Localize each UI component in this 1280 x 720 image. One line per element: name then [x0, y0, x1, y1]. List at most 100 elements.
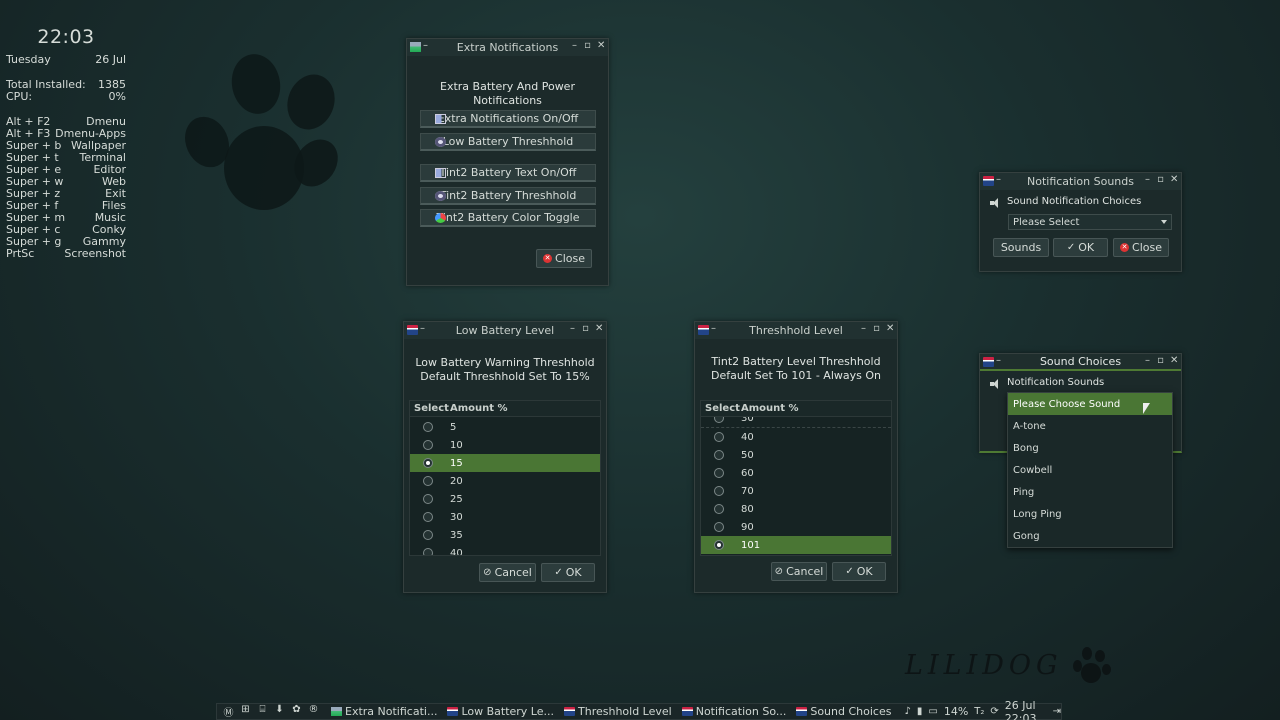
task-threshold-level[interactable]: Threshhold Level: [559, 704, 677, 719]
radio-button[interactable]: [714, 468, 724, 478]
cancel-button[interactable]: ⊘ Cancel: [771, 562, 827, 581]
list-row[interactable]: 80: [701, 500, 891, 518]
list-row[interactable]: 30: [701, 417, 891, 427]
titlebar-active[interactable]: – Sound Choices – ▫ ✕: [980, 354, 1181, 371]
maximize-icon[interactable]: ▫: [873, 323, 880, 334]
radio-button[interactable]: [423, 458, 433, 468]
radio-button[interactable]: [423, 440, 433, 450]
close-button[interactable]: ✕ Close: [536, 249, 592, 268]
list-row[interactable]: 90: [701, 518, 891, 536]
volume-icon[interactable]: ♪: [904, 706, 910, 717]
radio-button[interactable]: [714, 432, 724, 442]
tint2-battery-threshold-button[interactable]: Tint2 Battery Threshhold: [420, 187, 596, 205]
window-menu-icon[interactable]: –: [420, 323, 425, 334]
close-icon[interactable]: ✕: [597, 40, 605, 51]
radio-button[interactable]: [714, 504, 724, 514]
download-icon[interactable]: ⬇: [273, 704, 286, 719]
dropdown-option[interactable]: Bong: [1008, 437, 1172, 459]
window-menu-icon[interactable]: –: [711, 323, 716, 334]
radio-button[interactable]: [423, 548, 433, 555]
maximize-icon[interactable]: ▫: [582, 323, 589, 334]
network-signal-icon[interactable]: ▮: [917, 706, 923, 717]
apps-grid-icon[interactable]: ⊞: [239, 704, 252, 719]
paw-icon[interactable]: ✿: [290, 704, 303, 719]
window-menu-icon[interactable]: –: [996, 355, 1001, 366]
ok-button[interactable]: ✓ OK: [1053, 238, 1108, 257]
sounds-button[interactable]: Sounds: [993, 238, 1049, 257]
maximize-icon[interactable]: ▫: [1157, 174, 1164, 185]
registered-icon[interactable]: ®: [307, 704, 320, 719]
list-row[interactable]: 10: [410, 436, 600, 454]
radio-button[interactable]: [423, 476, 433, 486]
minimize-icon[interactable]: –: [1144, 174, 1151, 185]
refresh-icon[interactable]: ⟳: [990, 706, 998, 717]
titlebar[interactable]: – Low Battery Level – ▫ ✕: [404, 322, 606, 339]
ok-button[interactable]: ✓ OK: [832, 562, 886, 581]
list-row-selected[interactable]: 101: [701, 536, 891, 554]
dropdown-option[interactable]: Gong: [1008, 525, 1172, 547]
window-menu-icon[interactable]: –: [423, 40, 428, 51]
list-row-selected[interactable]: 15: [410, 454, 600, 472]
files-icon[interactable]: ⌸: [256, 704, 269, 719]
minimize-icon[interactable]: –: [569, 323, 576, 334]
close-button[interactable]: ✕ Close: [1113, 238, 1169, 257]
battery-icon[interactable]: ▭: [928, 706, 937, 717]
tint2-battery-color-toggle-button[interactable]: Tint2 Battery Color Toggle: [420, 209, 596, 227]
radio-button[interactable]: [423, 512, 433, 522]
maximize-icon[interactable]: ▫: [1157, 355, 1164, 366]
radio-button[interactable]: [714, 417, 724, 423]
close-icon[interactable]: ✕: [1170, 174, 1178, 185]
radio-button[interactable]: [714, 486, 724, 496]
radio-button[interactable]: [714, 450, 724, 460]
titlebar[interactable]: – Extra Notifications – ▫ ✕: [407, 39, 608, 56]
close-icon[interactable]: ✕: [1170, 355, 1178, 366]
extra-notifications-toggle-button[interactable]: Extra Notifications On/Off: [420, 110, 596, 128]
close-icon[interactable]: ✕: [886, 323, 894, 334]
list-row[interactable]: 25: [410, 490, 600, 508]
sound-dropdown-list[interactable]: Please Choose Sound A-tone Bong Cowbell …: [1007, 392, 1173, 548]
titlebar[interactable]: – Notification Sounds – ▫ ✕: [980, 173, 1181, 190]
tint2-battery-text-toggle-button[interactable]: Tint2 Battery Text On/Off: [420, 164, 596, 182]
cancel-button[interactable]: ⊘ Cancel: [479, 563, 536, 582]
logout-icon[interactable]: ⇥: [1053, 706, 1061, 717]
close-icon[interactable]: ✕: [595, 323, 603, 334]
radio-button[interactable]: [423, 494, 433, 504]
list-row[interactable]: 5: [410, 418, 600, 436]
low-battery-threshold-button[interactable]: Low Battery Threshhold: [420, 133, 596, 151]
minimize-icon[interactable]: –: [1144, 355, 1151, 366]
dropdown-option[interactable]: A-tone: [1008, 415, 1172, 437]
clock[interactable]: 26 Jul 22:03: [1005, 699, 1047, 720]
list-row[interactable]: 40: [410, 544, 600, 555]
radio-button[interactable]: [423, 422, 433, 432]
list-row[interactable]: 70: [701, 482, 891, 500]
list-row[interactable]: 35: [410, 526, 600, 544]
maximize-icon[interactable]: ▫: [584, 40, 591, 51]
dropdown-option[interactable]: Cowbell: [1008, 459, 1172, 481]
minimize-icon[interactable]: –: [571, 40, 578, 51]
list-row[interactable]: 30: [410, 508, 600, 526]
sound-select[interactable]: Please Select: [1008, 214, 1172, 230]
dropdown-option[interactable]: Long Ping: [1008, 503, 1172, 525]
minimize-icon[interactable]: –: [860, 323, 867, 334]
titlebar[interactable]: – Threshhold Level – ▫ ✕: [695, 322, 897, 339]
dropdown-option[interactable]: Ping: [1008, 481, 1172, 503]
window-menu-icon[interactable]: –: [996, 174, 1001, 185]
list-row[interactable]: 60: [701, 464, 891, 482]
list-row[interactable]: 20: [410, 472, 600, 490]
ok-button[interactable]: ✓ OK: [541, 563, 595, 582]
list-row[interactable]: 40: [701, 428, 891, 446]
list-row[interactable]: 50: [701, 446, 891, 464]
task-low-battery[interactable]: Low Battery Le...: [442, 704, 559, 719]
mouse-cursor-icon: [1143, 403, 1150, 414]
radio-button[interactable]: [714, 522, 724, 532]
radio-button[interactable]: [423, 530, 433, 540]
menu-icon[interactable]: Ⓜ: [222, 704, 235, 719]
task-sound-choices[interactable]: Sound Choices: [791, 704, 896, 719]
row-value: 5: [450, 421, 457, 433]
amount-list[interactable]: Select Amount % 30 40 50 60 70 80 90 101: [700, 400, 892, 556]
task-notification-sounds[interactable]: Notification So...: [677, 704, 792, 719]
tint2-icon[interactable]: T₂: [974, 706, 984, 717]
task-extra-notifications[interactable]: Extra Notificati...: [326, 704, 442, 719]
amount-list[interactable]: Select Amount % 5 10 15 20 25 30 35 40: [409, 400, 601, 556]
radio-button[interactable]: [714, 540, 724, 550]
